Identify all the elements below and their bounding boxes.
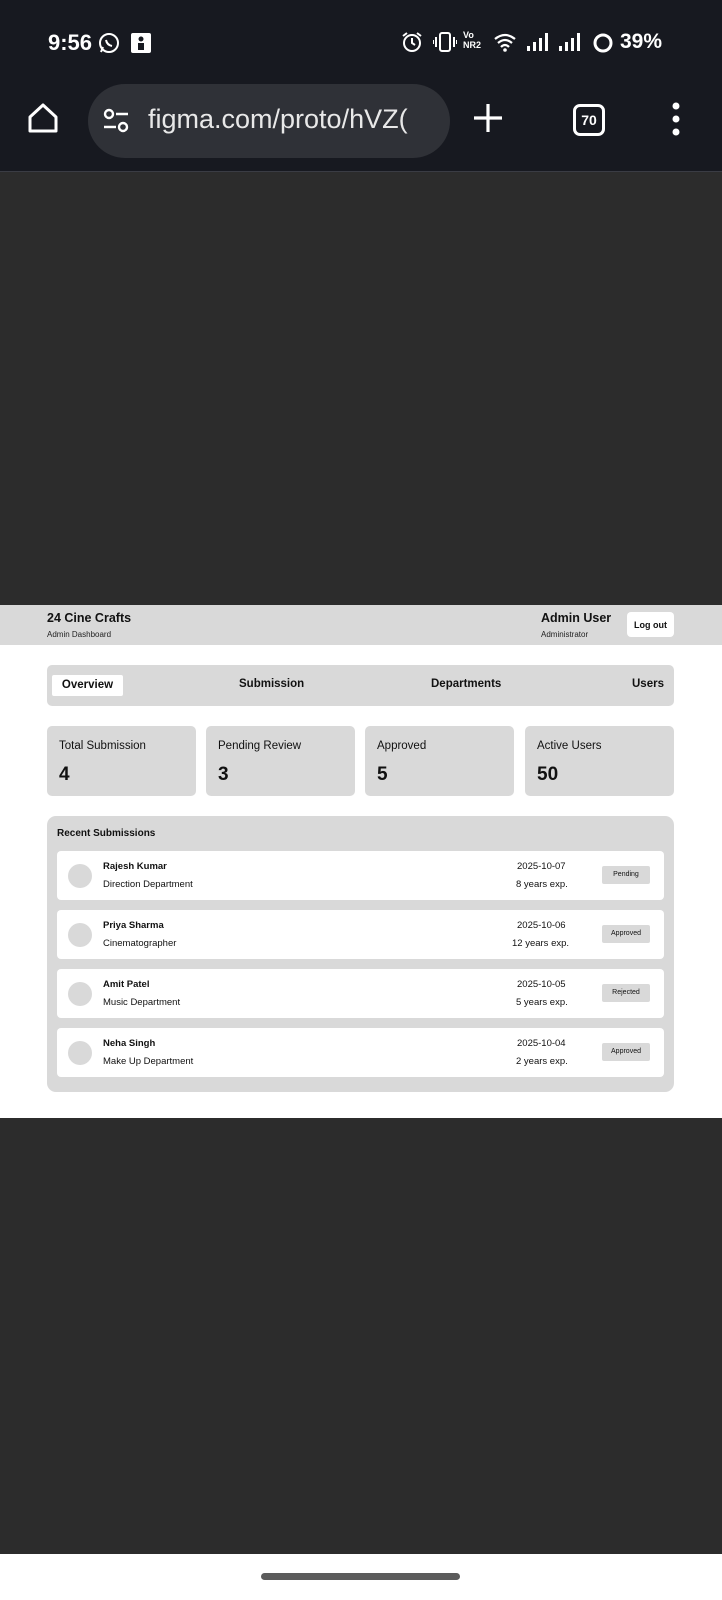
logout-button[interactable]: Log out (627, 612, 674, 637)
submission-date: 2025-10-05 (517, 979, 566, 990)
submitter-experience: 12 years exp. (512, 938, 570, 949)
battery-percentage: 39% (619, 30, 662, 53)
stat-label: Total Submission (59, 740, 146, 752)
submitter-name: Rajesh Kumar (103, 861, 167, 872)
stat-label: Active Users (537, 740, 602, 752)
status-badge[interactable]: Rejected (602, 984, 650, 1002)
avatar (68, 1041, 92, 1065)
submitter-experience: 5 years exp. (516, 997, 568, 1008)
site-settings-icon[interactable] (102, 108, 130, 139)
submitter-experience: 8 years exp. (516, 879, 568, 890)
whatsapp-icon (98, 32, 120, 59)
tab-overview[interactable]: Overview (52, 675, 123, 696)
nav-tabs: Overview Submission Departments Users (47, 665, 674, 706)
signal-icon (526, 32, 548, 57)
brand-name: 24 Cine Crafts (47, 611, 132, 625)
submission-row[interactable]: Rajesh Kumar Direction Department 2025-1… (57, 851, 664, 900)
submission-row[interactable]: Priya Sharma Cinematographer 2025-10-06 … (57, 910, 664, 959)
home-icon[interactable] (26, 101, 60, 140)
tabs-icon[interactable]: 70 (573, 104, 605, 136)
submitter-department: Cinematographer (103, 938, 177, 949)
stat-value: 3 (218, 764, 229, 785)
submitter-department: Direction Department (103, 879, 193, 890)
user-name: Admin User (541, 611, 612, 625)
submission-row[interactable]: Neha Singh Make Up Department 2025-10-04… (57, 1028, 664, 1077)
avatar (68, 923, 92, 947)
recent-submissions-title: Recent Submissions (57, 828, 156, 839)
status-badge[interactable]: Pending (602, 866, 650, 884)
app-header: 24 Cine Crafts Admin Dashboard Admin Use… (0, 605, 722, 645)
submission-date: 2025-10-04 (517, 1038, 566, 1049)
brand-subtitle: Admin Dashboard (47, 630, 112, 639)
stat-card-approved: Approved 5 (365, 726, 514, 796)
url-text[interactable]: figma.com/proto/hVZ( (148, 104, 408, 135)
battery-icon (592, 32, 614, 59)
stat-value: 50 (537, 764, 559, 785)
tab-users[interactable]: Users (632, 678, 664, 690)
browser-toolbar: figma.com/proto/hVZ( 70 (0, 84, 722, 172)
signal-icon (558, 32, 580, 57)
recent-submissions-panel: Recent Submissions Rajesh Kumar Directio… (47, 816, 674, 1092)
menu-icon[interactable] (671, 102, 681, 141)
status-bar: 9:56 Vo NR2 39% (0, 0, 722, 84)
prototype-frame: 24 Cine Crafts Admin Dashboard Admin Use… (0, 605, 722, 1118)
vibrate-icon (432, 32, 458, 57)
submission-date: 2025-10-07 (517, 861, 566, 872)
new-tab-icon[interactable] (472, 102, 504, 139)
status-badge[interactable]: Approved (602, 1043, 650, 1061)
address-bar[interactable]: figma.com/proto/hVZ( (88, 84, 450, 158)
submitter-name: Priya Sharma (103, 920, 164, 931)
submitter-experience: 2 years exp. (516, 1056, 568, 1067)
stat-card-active-users: Active Users 50 (525, 726, 674, 796)
wifi-icon (493, 32, 517, 57)
alarm-icon (401, 31, 423, 58)
avatar (68, 864, 92, 888)
tab-submission[interactable]: Submission (239, 678, 304, 690)
submitter-department: Make Up Department (103, 1056, 194, 1067)
user-role: Administrator (541, 630, 589, 639)
volte-icon: Vo NR2 (463, 30, 482, 50)
submitter-name: Neha Singh (103, 1038, 156, 1049)
status-time: 9:56 (48, 30, 93, 55)
navigation-bar (0, 1554, 722, 1600)
submission-row[interactable]: Amit Patel Music Department 2025-10-05 5… (57, 969, 664, 1018)
stat-label: Approved (377, 740, 427, 752)
home-gesture-handle[interactable] (261, 1573, 460, 1580)
submitter-department: Music Department (103, 997, 181, 1008)
avatar (68, 982, 92, 1006)
submitter-name: Amit Patel (103, 979, 150, 990)
stat-value: 4 (59, 764, 70, 785)
notification-icon (131, 33, 151, 58)
stat-value: 5 (377, 764, 388, 785)
status-badge[interactable]: Approved (602, 925, 650, 943)
stat-label: Pending Review (218, 740, 302, 752)
stat-card-total-submission: Total Submission 4 (47, 726, 196, 796)
tab-departments[interactable]: Departments (431, 678, 501, 690)
stat-card-pending-review: Pending Review 3 (206, 726, 355, 796)
submission-date: 2025-10-06 (517, 920, 566, 931)
